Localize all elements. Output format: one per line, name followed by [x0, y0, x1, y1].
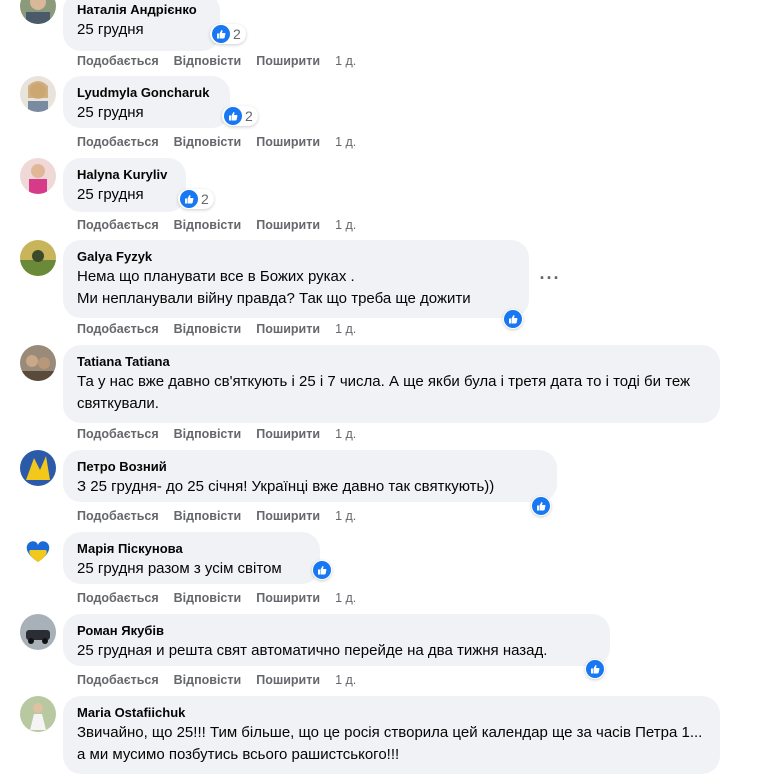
comment-text: 25 грудня	[77, 104, 144, 121]
reaction-count[interactable]	[531, 496, 551, 516]
share-button[interactable]: Поширити	[256, 427, 320, 441]
comment-bubble: Tatiana Tatiana Та у нас вже давно св'ят…	[63, 345, 720, 423]
comment-bubble: Марія Піскунова 25 грудня разом з усім с…	[63, 532, 320, 584]
avatar[interactable]	[20, 240, 56, 276]
comment-author[interactable]: Maria Ostafiichuk	[77, 704, 706, 722]
like-button[interactable]: Подобається	[77, 673, 159, 687]
thumbs-up-icon	[586, 660, 604, 678]
like-button[interactable]: Подобається	[77, 135, 159, 149]
thumbs-up-icon	[504, 310, 522, 328]
like-count: 2	[245, 108, 253, 124]
comment-bubble: Galya Fyzyk Нема що планувати все в Божи…	[63, 240, 529, 318]
avatar[interactable]	[20, 614, 56, 650]
reply-button[interactable]: Відповісти	[174, 509, 242, 523]
avatar[interactable]	[20, 345, 56, 381]
avatar[interactable]	[20, 76, 56, 112]
comment-text: Та у нас вже давно св'яткують і 25 і 7 ч…	[77, 373, 695, 412]
comment-timestamp[interactable]: 1 д.	[335, 591, 356, 605]
comment-timestamp[interactable]: 1 д.	[335, 54, 356, 68]
share-button[interactable]: Поширити	[256, 322, 320, 336]
like-button[interactable]: Подобається	[77, 591, 159, 605]
comment-actions: Подобається Відповісти Поширити 1 д.	[77, 426, 356, 442]
like-button[interactable]: Подобається	[77, 54, 159, 68]
comment-bubble: Наталія Андрієнко 25 грудня	[63, 0, 220, 51]
reaction-count[interactable]: 2	[178, 189, 214, 209]
comment-author[interactable]: Роман Якубів	[77, 622, 596, 640]
comment-author[interactable]: Halyna Kuryliv	[77, 166, 172, 184]
reply-button[interactable]: Відповісти	[174, 591, 242, 605]
share-button[interactable]: Поширити	[256, 218, 320, 232]
comment-bubble: Maria Ostafiichuk Звичайно, що 25!!! Тим…	[63, 696, 720, 774]
comment-text: 25 грудная и решта свят автоматично пере…	[77, 642, 548, 659]
comment-actions: Подобається Відповісти Поширити 1 д.	[77, 321, 356, 337]
comment-author[interactable]: Lyudmyla Goncharuk	[77, 84, 216, 102]
comment-bubble: Halyna Kuryliv 25 грудня	[63, 158, 186, 212]
comment-timestamp[interactable]: 1 д.	[335, 218, 356, 232]
comment-timestamp[interactable]: 1 д.	[335, 427, 356, 441]
like-button[interactable]: Подобається	[77, 218, 159, 232]
comment-text: Звичайно, що 25!!! Тим більше, що це рос…	[77, 724, 707, 763]
reply-button[interactable]: Відповісти	[174, 54, 242, 68]
comment-timestamp[interactable]: 1 д.	[335, 322, 356, 336]
share-button[interactable]: Поширити	[256, 673, 320, 687]
comment-bubble: Lyudmyla Goncharuk 25 грудня	[63, 76, 230, 128]
reaction-count[interactable]	[312, 560, 332, 580]
comment-actions: Подобається Відповісти Поширити 1 д.	[77, 672, 356, 688]
reply-button[interactable]: Відповісти	[174, 135, 242, 149]
comment-actions: Подобається Відповісти Поширити 1 д.	[77, 590, 356, 606]
like-count: 2	[201, 191, 209, 207]
reply-button[interactable]: Відповісти	[174, 673, 242, 687]
reaction-count[interactable]	[503, 309, 523, 329]
more-horizontal-icon[interactable]: ···	[536, 264, 564, 292]
reply-button[interactable]: Відповісти	[174, 427, 242, 441]
thumbs-up-icon	[224, 107, 242, 125]
comment-author[interactable]: Наталія Андрієнко	[77, 1, 206, 19]
comment-timestamp[interactable]: 1 д.	[335, 673, 356, 687]
avatar[interactable]	[20, 0, 56, 24]
comment-author[interactable]: Марія Піскунова	[77, 540, 306, 558]
share-button[interactable]: Поширити	[256, 135, 320, 149]
reaction-count[interactable]: 2	[222, 106, 258, 126]
comment-actions: Подобається Відповісти Поширити 1 д.	[77, 134, 356, 150]
reply-button[interactable]: Відповісти	[174, 218, 242, 232]
comment-actions: Подобається Відповісти Поширити 1 д.	[77, 508, 356, 524]
reply-button[interactable]: Відповісти	[174, 322, 242, 336]
comment-author[interactable]: Galya Fyzyk	[77, 248, 515, 266]
like-button[interactable]: Подобається	[77, 322, 159, 336]
reaction-count[interactable]	[585, 659, 605, 679]
comment-timestamp[interactable]: 1 д.	[335, 135, 356, 149]
thumbs-up-icon	[313, 561, 331, 579]
comment-actions: Подобається Відповісти Поширити 1 д.	[77, 217, 356, 233]
comment-author[interactable]: Петро Возний	[77, 458, 543, 476]
comment-text: 25 грудня	[77, 21, 144, 38]
like-button[interactable]: Подобається	[77, 427, 159, 441]
comment-timestamp[interactable]: 1 д.	[335, 509, 356, 523]
share-button[interactable]: Поширити	[256, 509, 320, 523]
avatar[interactable]	[20, 450, 56, 486]
comment-bubble: Роман Якубів 25 грудная и решта свят авт…	[63, 614, 610, 666]
reaction-count[interactable]: 2	[210, 24, 246, 44]
like-button[interactable]: Подобається	[77, 509, 159, 523]
comment-text: Нема що планувати все в Божих руках . Ми…	[77, 268, 471, 307]
avatar[interactable]	[20, 696, 56, 732]
comment-bubble: Петро Возний З 25 грудня- до 25 січня! У…	[63, 450, 557, 502]
thumbs-up-icon	[532, 497, 550, 515]
comment-text: 25 грудня	[77, 186, 144, 203]
share-button[interactable]: Поширити	[256, 54, 320, 68]
comment-author[interactable]: Tatiana Tatiana	[77, 353, 706, 371]
comment-actions: Подобається Відповісти Поширити 1 д.	[77, 53, 356, 69]
thumbs-up-icon	[180, 190, 198, 208]
comment-text: З 25 грудня- до 25 січня! Українці вже д…	[77, 478, 495, 495]
avatar[interactable]	[20, 532, 56, 568]
like-count: 2	[233, 26, 241, 42]
thumbs-up-icon	[212, 25, 230, 43]
share-button[interactable]: Поширити	[256, 591, 320, 605]
avatar[interactable]	[20, 158, 56, 194]
comment-text: 25 грудня разом з усім світом	[77, 560, 282, 577]
